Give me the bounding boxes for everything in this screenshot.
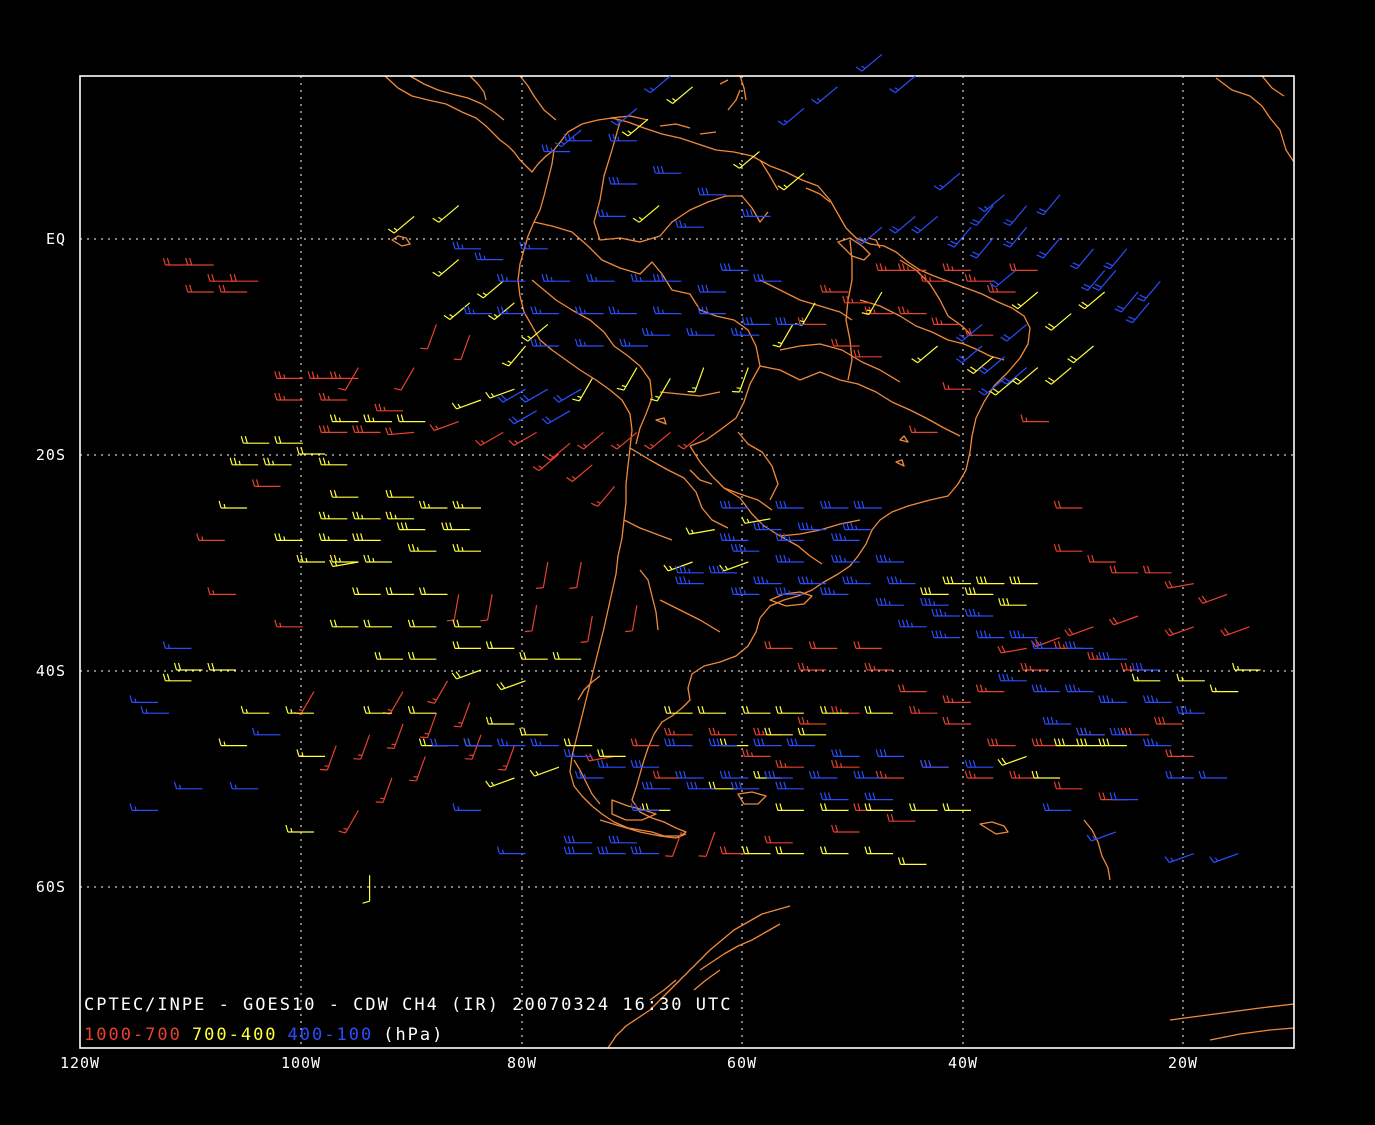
x-tick-label: 40W [948,1054,978,1072]
map-title: CPTEC/INPE - GOES10 - CDW CH4 (IR) 20070… [84,995,732,1015]
y-tick-label: 20S [36,446,66,464]
legend-unit: (hPa) [383,1025,444,1045]
x-tick-label: 80W [507,1054,537,1072]
y-tick-label: EQ [46,230,66,248]
pressure-legend: 1000-700 700-400 400-100 (hPa) [84,1025,444,1045]
background [0,0,1375,1125]
y-tick-label: 60S [36,878,66,896]
x-tick-label: 120W [60,1054,100,1072]
wind-map: EQ 20S 40S 60S 120W 100W 80W 60W 40W 20W… [0,0,1375,1125]
y-tick-label: 40S [36,662,66,680]
x-tick-label: 20W [1168,1054,1198,1072]
legend-item-400-100: 400-100 [288,1025,374,1045]
x-tick-label: 100W [281,1054,321,1072]
legend-item-700-400: 700-400 [192,1025,278,1045]
legend-item-1000-700: 1000-700 [84,1025,182,1045]
x-tick-label: 60W [727,1054,757,1072]
